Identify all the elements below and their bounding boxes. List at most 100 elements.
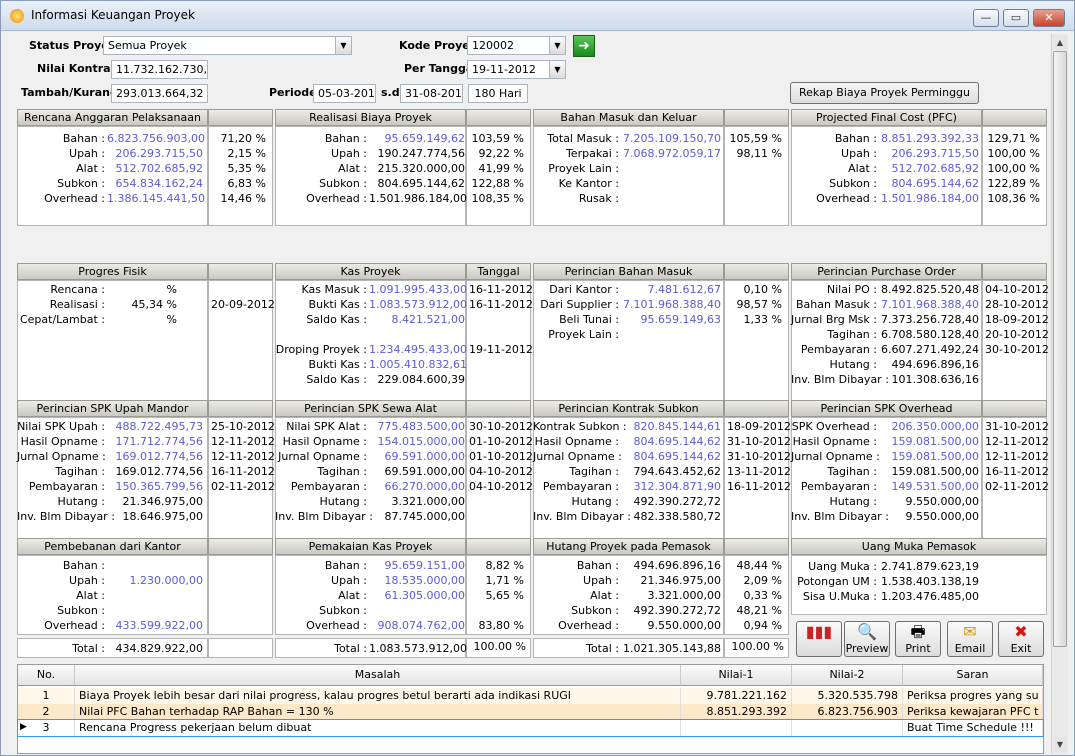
table-row[interactable]: 3 Rencana Progress pekerjaan belum dibuat…: [17, 719, 1044, 737]
rincian_bahan-label-3: Proyek Lain :: [548, 328, 619, 341]
realisasi-value-2: 215.320.000,00: [377, 162, 465, 175]
kontrak_subkon-value-4: 312.304.871,90: [633, 480, 721, 493]
cell-saran: Periksa progres yang su: [903, 688, 1043, 704]
pembebanan-value-2: [107, 588, 203, 603]
go-arrow-button[interactable]: ➜: [573, 35, 595, 57]
minimize-button[interactable]: —: [973, 9, 999, 27]
spk_mandor-label-1: Hasil Opname :: [20, 435, 105, 448]
scroll-down-icon[interactable]: ▼: [1053, 737, 1067, 752]
rekap-button[interactable]: Rekap Biaya Proyek Perminggu: [790, 82, 979, 104]
rincian_bahan-pct-1: 98,57 %: [736, 298, 782, 311]
col-header-nilai2[interactable]: Nilai-2: [792, 665, 903, 686]
hari-field: 180 Hari: [468, 84, 528, 103]
kontrak_subkon-col-header: [724, 400, 789, 417]
kas-label-0: Kas Masuk :: [301, 283, 368, 296]
spk_overhead-label-4: Pembayaran :: [800, 480, 877, 493]
problems-grid[interactable]: No. Masalah Nilai-1 Nilai-2 Saran 1 Biaya…: [17, 664, 1044, 754]
tanggal-field[interactable]: 19-11-2012 ▼: [467, 60, 566, 79]
po-label-5: Hutang :: [829, 358, 877, 371]
table-row[interactable]: 2 Nilai PFC Bahan terhadap RAP Bahan = 13…: [18, 704, 1043, 720]
uang-muka-label-1: Potongan UM :: [797, 575, 877, 588]
scroll-thumb[interactable]: [1053, 51, 1067, 647]
col-header-masalah[interactable]: Masalah: [75, 665, 681, 686]
spk_overhead-value-4: 149.531.500,00: [891, 480, 979, 493]
rincian_bahan-pct-2: 1,33 %: [743, 313, 782, 326]
bahan_masuk-label-4: Rusak :: [578, 192, 619, 205]
tambah-field[interactable]: 293.013.664,32: [111, 84, 208, 103]
rincian_bahan-label-0: Dari Kantor :: [549, 283, 619, 296]
spk_alat-title: Perincian SPK Sewa Alat: [275, 400, 466, 417]
exit-button[interactable]: ✖ Exit: [998, 621, 1044, 657]
hutang-pct-1: 2,09 %: [743, 574, 782, 587]
rap-label-1: Upah :: [69, 147, 105, 160]
table-row[interactable]: 1 Biaya Proyek lebih besar dari nilai pro…: [18, 688, 1043, 704]
pemakaian_kas-value-0: 95.659.151,00: [384, 559, 465, 572]
kontrak_subkon-value-5: 492.390.272,72: [633, 495, 721, 508]
chevron-down-icon[interactable]: ▼: [549, 61, 565, 78]
preview-button[interactable]: 🔍 Preview: [844, 621, 890, 657]
close-button[interactable]: ✕: [1033, 9, 1065, 27]
hutang-value-1: 21.346.975,00: [640, 574, 721, 587]
spk_overhead-date-4: 02-11-2012: [985, 480, 1049, 493]
hutang-label-1: Upah :: [583, 574, 619, 587]
periode-from-field[interactable]: 05-03-2012: [313, 84, 376, 103]
spk_overhead-date-5: [985, 494, 1040, 509]
vertical-scrollbar[interactable]: ▲ ▼: [1051, 34, 1068, 754]
uang-muka-label-0: Uang Muka :: [808, 560, 877, 573]
col-header-nilai1[interactable]: Nilai-1: [681, 665, 792, 686]
spk_mandor-date-3: 16-11-2012: [211, 465, 275, 478]
scroll-up-icon[interactable]: ▲: [1053, 35, 1067, 50]
pembebanan-value-0: [107, 558, 203, 573]
spk_mandor-date-4: 02-11-2012: [211, 480, 275, 493]
preview-label: Preview: [845, 642, 889, 655]
spk_mandor-value-1: 171.712.774,56: [115, 435, 203, 448]
pfc-value-0: 8.851.293.392,33: [881, 132, 979, 145]
spk_mandor-date-6: [211, 509, 266, 524]
chevron-down-icon[interactable]: ▼: [549, 37, 565, 54]
bahan_masuk-label-1: Terpakai :: [565, 147, 619, 160]
kontrak_subkon-date-2: 31-10-2012: [727, 450, 791, 463]
po-value-6: 101.308.636,16: [891, 373, 979, 386]
kontrak_subkon-value-3: 794.643.452,62: [633, 465, 721, 478]
col-header-saran[interactable]: Saran: [903, 665, 1043, 686]
spk_alat-label-5: Hutang :: [319, 495, 367, 508]
uang-muka-value-1: 1.538.403.138,19: [881, 575, 979, 588]
rap-pct-4: 14,46 %: [220, 192, 266, 205]
progres-value-1: 45,34 %: [131, 298, 177, 311]
print-button[interactable]: 🖶 Print: [895, 621, 941, 657]
pembebanan-total-box-side: [208, 638, 273, 658]
col-header-no[interactable]: No.: [18, 665, 75, 686]
chevron-down-icon[interactable]: ▼: [335, 37, 351, 54]
hutang-value-4: 9.550.000,00: [647, 619, 721, 632]
cell-masalah: Rencana Progress pekerjaan belum dibuat: [75, 720, 681, 736]
spk_mandor-panel: Perincian SPK Upah Mandor Nilai SPK Upah …: [17, 400, 275, 547]
realisasi-label-2: Alat :: [338, 162, 367, 175]
periode-to-field[interactable]: 31-08-2012: [400, 84, 463, 103]
kode-select[interactable]: 120002 ▼: [467, 36, 566, 55]
spk_alat-label-4: Pembayaran :: [290, 480, 367, 493]
pfc-label-2: Alat :: [848, 162, 877, 175]
status-select[interactable]: Semua Proyek ▼: [103, 36, 352, 55]
spk_alat-date-2: 01-10-2012: [469, 450, 533, 463]
po-value-5: 494.696.896,16: [891, 358, 979, 371]
cell-masalah: Nilai PFC Bahan terhadap RAP Bahan = 130…: [75, 704, 681, 720]
bahan_masuk-title: Bahan Masuk dan Keluar: [533, 109, 724, 126]
kas-value-2: 8.421.521,00: [391, 313, 465, 326]
rap-label-3: Subkon :: [57, 177, 105, 190]
email-button[interactable]: ✉ Email: [947, 621, 993, 657]
cell-n2: [792, 720, 903, 736]
chart-button[interactable]: ▮▮▮: [796, 621, 842, 657]
progres-col-header: [208, 263, 273, 280]
kontrak_subkon-date-6: [727, 509, 782, 524]
spk_alat-col-header: [466, 400, 531, 417]
pemakaian_kas-title: Pemakaian Kas Proyek: [275, 538, 466, 555]
bahan_masuk-pct-3: [727, 176, 782, 191]
pemakaian_kas-label-2: Alat :: [338, 589, 367, 602]
kontrak-field[interactable]: 11.732.162.730,14: [111, 60, 208, 79]
kode-value: 120002: [472, 39, 514, 52]
spk_overhead-value-6: 9.550.000,00: [905, 510, 979, 523]
spk_alat-value-5: 3.321.000,00: [391, 495, 465, 508]
maximize-button[interactable]: ▭: [1003, 9, 1029, 27]
uang-muka-label-2: Sisa U.Muka :: [802, 590, 877, 603]
title-bar[interactable]: Informasi Keuangan Proyek — ▭ ✕: [1, 1, 1074, 31]
